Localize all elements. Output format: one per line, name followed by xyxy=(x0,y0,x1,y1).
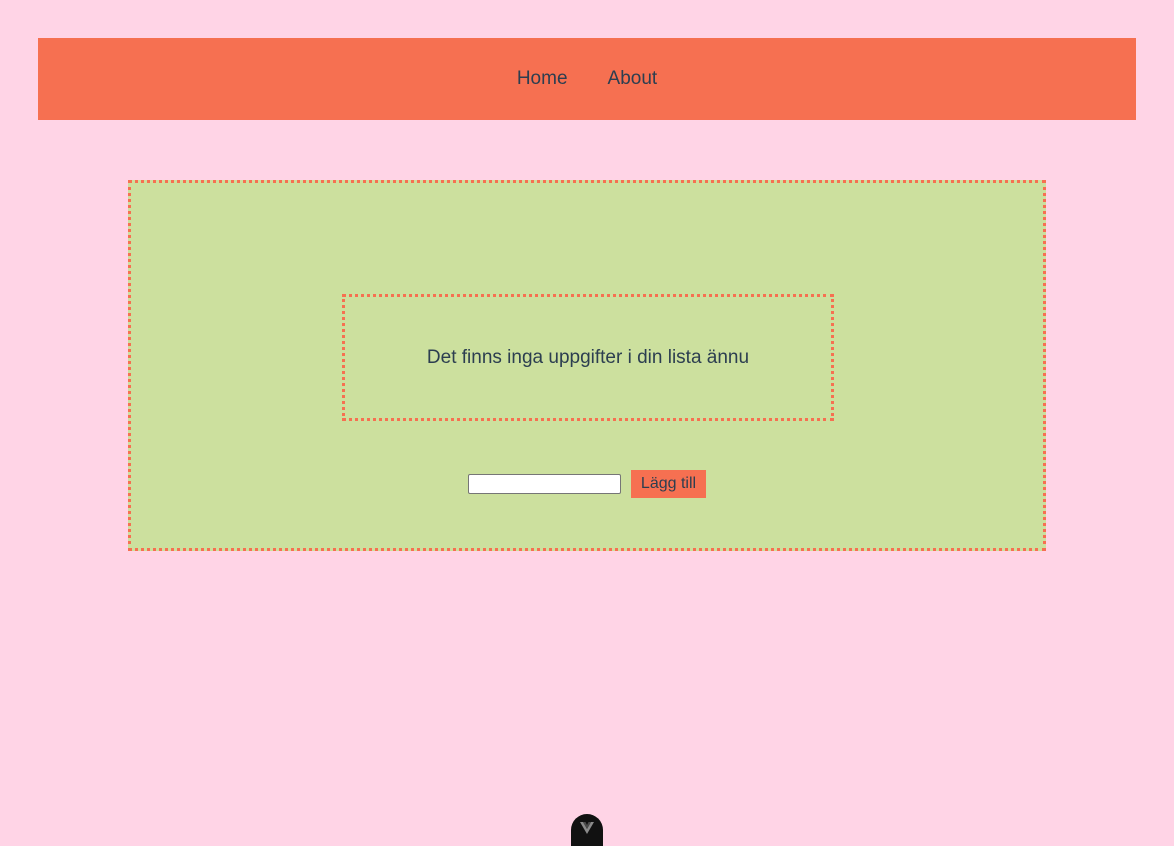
add-task-button[interactable]: Lägg till xyxy=(630,470,707,498)
vue-devtools-icon xyxy=(580,822,594,834)
vue-devtools-toggle[interactable] xyxy=(571,814,603,846)
add-task-form: Lägg till xyxy=(131,470,1043,498)
top-navbar: Home About xyxy=(38,38,1136,120)
task-input[interactable] xyxy=(467,474,621,494)
empty-list-box: Det finns inga uppgifter i din lista änn… xyxy=(342,294,834,421)
empty-list-message: Det finns inga uppgifter i din lista änn… xyxy=(426,346,750,368)
nav-link-home[interactable]: Home xyxy=(517,68,568,90)
nav-link-about[interactable]: About xyxy=(608,68,658,90)
todo-panel: Det finns inga uppgifter i din lista änn… xyxy=(128,180,1046,551)
